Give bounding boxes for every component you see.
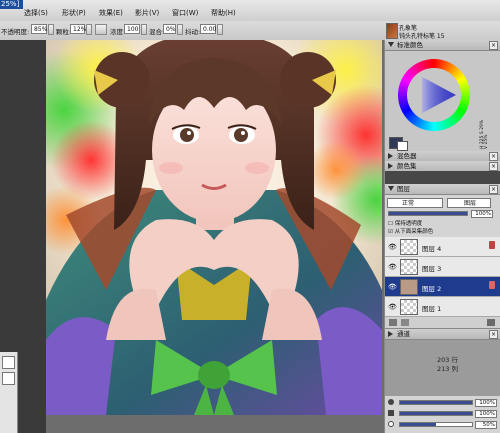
menu-select[interactable]: 选择(S)	[24, 8, 48, 18]
close-icon[interactable]: ×	[489, 185, 498, 194]
collapse-icon[interactable]	[388, 186, 394, 191]
layer-thumbnail	[400, 279, 418, 295]
layer-row-selected[interactable]: 👁 图层 2	[385, 277, 500, 297]
opacity-slider[interactable]	[399, 400, 473, 405]
blend-label: 混合:	[149, 28, 165, 36]
canvas[interactable]	[46, 40, 382, 415]
panel-header-channels[interactable]: 通道 ×	[385, 329, 500, 340]
menu-window[interactable]: 窗口(W)	[172, 8, 198, 18]
close-icon[interactable]: ×	[489, 41, 498, 50]
grain-icon	[388, 410, 394, 416]
brightness-slider[interactable]	[399, 422, 473, 427]
brush-selector[interactable]: 孔象笔 钝头孔特标笔 15	[385, 21, 500, 40]
opacity-icon	[388, 399, 394, 405]
grain-field[interactable]: 12%	[70, 24, 86, 34]
eye-icon[interactable]: 👁	[388, 283, 397, 291]
layer-row[interactable]: 👁 图层 3	[385, 257, 500, 277]
lock-icon	[489, 281, 495, 289]
grain-slider-value[interactable]: 100%	[475, 410, 497, 418]
collapse-icon[interactable]	[388, 42, 394, 47]
tool-slot[interactable]	[2, 372, 15, 385]
jitter-stepper[interactable]	[217, 24, 223, 35]
layer-opacity-slider[interactable]	[388, 211, 468, 216]
expand-icon[interactable]	[388, 163, 393, 169]
brush-variant: 钝头孔特标笔 15	[399, 33, 445, 40]
saturation-triangle[interactable]	[398, 59, 470, 131]
expand-icon[interactable]	[388, 331, 393, 337]
layer-name: 图层 1	[422, 305, 442, 313]
opacity-label: 不透明度:	[1, 28, 30, 36]
expand-icon[interactable]	[388, 153, 393, 159]
layer-row[interactable]: 👁 图层 1	[385, 297, 500, 317]
layer-thumbnail	[400, 259, 418, 275]
density-stepper[interactable]	[141, 24, 147, 35]
opacity-field[interactable]: 85%	[31, 24, 47, 34]
close-icon[interactable]: ×	[489, 152, 498, 161]
col-readout: 213 列	[437, 365, 458, 373]
panel-header-colors[interactable]: 标准颜色 ×	[385, 40, 500, 51]
grain-label: 颗粒:	[56, 28, 72, 36]
jitter-label: 抖动:	[185, 28, 201, 36]
resat-button[interactable]	[95, 24, 107, 35]
layer-toolbar	[385, 317, 500, 329]
eye-icon[interactable]: 👁	[388, 303, 397, 311]
opacity-slider-value[interactable]: 100%	[475, 399, 497, 407]
density-label: 浓度:	[110, 28, 126, 36]
blend-field[interactable]: 0%	[163, 24, 176, 34]
panel-title-colorset: 颜色集	[397, 162, 417, 170]
brightness-icon	[388, 421, 394, 427]
composite-method-select[interactable]: 正常	[387, 198, 443, 208]
density-field[interactable]: 100	[124, 24, 140, 34]
panel-title-colors: 标准颜色	[397, 41, 423, 49]
layer-name: 图层 4	[422, 245, 442, 253]
panel-title-channels: 通道	[397, 330, 410, 338]
menu-movie[interactable]: 影片(V)	[135, 8, 159, 18]
layer-blend-select[interactable]: 图层	[447, 198, 491, 208]
panel-gap	[385, 171, 500, 184]
new-layer-icon[interactable]	[389, 319, 397, 326]
panel-header-layers[interactable]: 图层 ×	[385, 184, 500, 195]
brush-tip-icon	[386, 23, 398, 39]
preserve-transparency-checkbox[interactable]: ☐ 保持透明度	[388, 219, 422, 227]
opacity-stepper[interactable]	[48, 24, 54, 35]
window-title: 25%]	[0, 0, 23, 9]
layer-thumbnail	[400, 239, 418, 255]
bottom-sliders: 100% 100% 50%	[385, 396, 500, 433]
hue-ring[interactable]	[398, 59, 470, 131]
layer-opacity-field[interactable]: 100%	[471, 210, 493, 218]
panels-dock: 标准颜色 × H 225 S 29% V 25% 混色器 × 颜色集 × 图层	[384, 40, 500, 433]
menu-shape[interactable]: 形状(P)	[62, 8, 86, 18]
jitter-field[interactable]: 0.00	[200, 24, 216, 34]
lock-icon	[489, 241, 495, 249]
navigator-area: 203 行 213 列	[385, 340, 500, 396]
layer-name: 图层 3	[422, 265, 442, 273]
hsv-readout: H 225 S 29% V 25%	[480, 119, 489, 149]
color-panel: H 225 S 29% V 25%	[385, 51, 500, 151]
menu-bar: 25%] 选择(S) 形状(P) 效果(E) 影片(V) 窗口(W) 帮助(H)	[0, 0, 500, 22]
grain-slider[interactable]	[399, 411, 473, 416]
panel-title-layers: 图层	[397, 185, 410, 193]
brightness-slider-value[interactable]: 50%	[475, 421, 497, 429]
toolbox-panel	[0, 352, 18, 433]
layer-commands-icon[interactable]	[401, 319, 409, 326]
blend-stepper[interactable]	[177, 24, 183, 35]
tool-slot[interactable]	[2, 356, 15, 369]
menu-effects[interactable]: 效果(E)	[99, 8, 123, 18]
grain-stepper[interactable]	[86, 24, 92, 35]
layer-thumbnail	[400, 299, 418, 315]
eye-icon[interactable]: 👁	[388, 243, 397, 251]
back-color-swatch[interactable]	[397, 141, 408, 151]
panel-title-mixer: 混色器	[397, 152, 417, 160]
close-icon[interactable]: ×	[489, 330, 498, 339]
layer-name: 图层 2	[422, 285, 442, 293]
eye-icon[interactable]: 👁	[388, 263, 397, 271]
menu-help[interactable]: 帮助(H)	[211, 8, 236, 18]
painting-image	[46, 40, 382, 415]
layer-options: 正常 图层 100% ☐ 保持透明度 ☑ 从下面采集颜色	[385, 195, 500, 237]
trash-icon[interactable]	[487, 319, 495, 326]
layer-row[interactable]: 👁 图层 4	[385, 237, 500, 257]
pick-up-underlying-color-checkbox[interactable]: ☑ 从下面采集颜色	[388, 227, 433, 235]
close-icon[interactable]: ×	[489, 162, 498, 171]
